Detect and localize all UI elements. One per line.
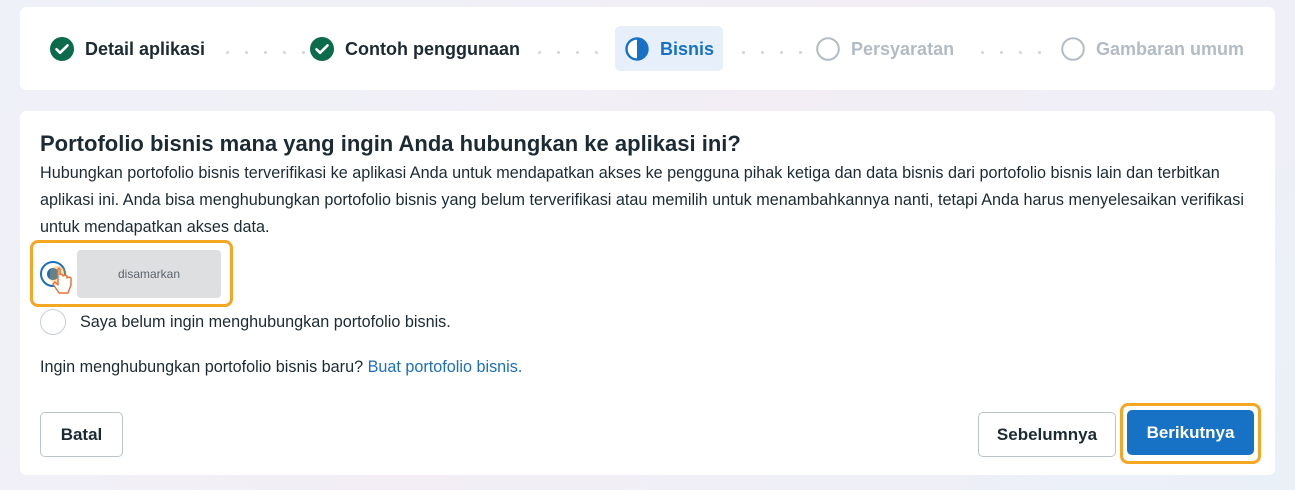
new-portfolio-text: Ingin menghubungkan portofolio bisnis ba… <box>40 358 364 376</box>
step-persyaratan[interactable]: Persyaratan <box>816 36 954 62</box>
cancel-button[interactable]: Batal <box>40 412 123 457</box>
step-connector <box>226 51 305 55</box>
previous-button[interactable]: Sebelumnya <box>978 412 1116 457</box>
progress-stepper: Detail aplikasi Contoh penggunaan Bisnis… <box>20 7 1275 90</box>
no-portfolio-radio[interactable] <box>40 309 66 335</box>
pointer-cursor-icon <box>50 266 72 294</box>
business-portfolio-card: Portofolio bisnis mana yang ingin Anda h… <box>20 111 1275 475</box>
check-circle-icon <box>50 37 74 61</box>
step-contoh-penggunaan[interactable]: Contoh penggunaan <box>310 36 520 62</box>
create-portfolio-link[interactable]: Buat portofolio bisnis. <box>368 358 523 376</box>
step-label: Persyaratan <box>851 38 955 59</box>
step-label: Contoh penggunaan <box>345 38 520 59</box>
step-connector <box>742 51 802 55</box>
step-label: Gambaran umum <box>1096 38 1245 59</box>
step-detail-aplikasi[interactable]: Detail aplikasi <box>50 36 205 62</box>
empty-circle-icon <box>816 37 840 61</box>
next-button[interactable]: Berikutnya <box>1127 410 1254 455</box>
step-label: Detail aplikasi <box>85 38 206 59</box>
step-bisnis[interactable]: Bisnis <box>625 36 714 62</box>
page-title: Portofolio bisnis mana yang ingin Anda h… <box>40 131 741 156</box>
check-circle-icon <box>310 37 334 61</box>
no-portfolio-label[interactable]: Saya belum ingin menghubungkan portofoli… <box>80 313 451 332</box>
page-description: Hubungkan portofolio bisnis terverifikas… <box>40 164 1244 236</box>
empty-circle-icon <box>1061 37 1085 61</box>
step-connector <box>981 51 1041 55</box>
step-connector <box>538 51 598 55</box>
step-label: Bisnis <box>660 38 715 59</box>
half-circle-icon <box>625 37 649 61</box>
redacted-portfolio-name: disamarkan <box>77 250 221 298</box>
step-gambaran-umum[interactable]: Gambaran umum <box>1061 36 1244 62</box>
new-portfolio-prompt: Ingin menghubungkan portofolio bisnis ba… <box>40 358 522 377</box>
